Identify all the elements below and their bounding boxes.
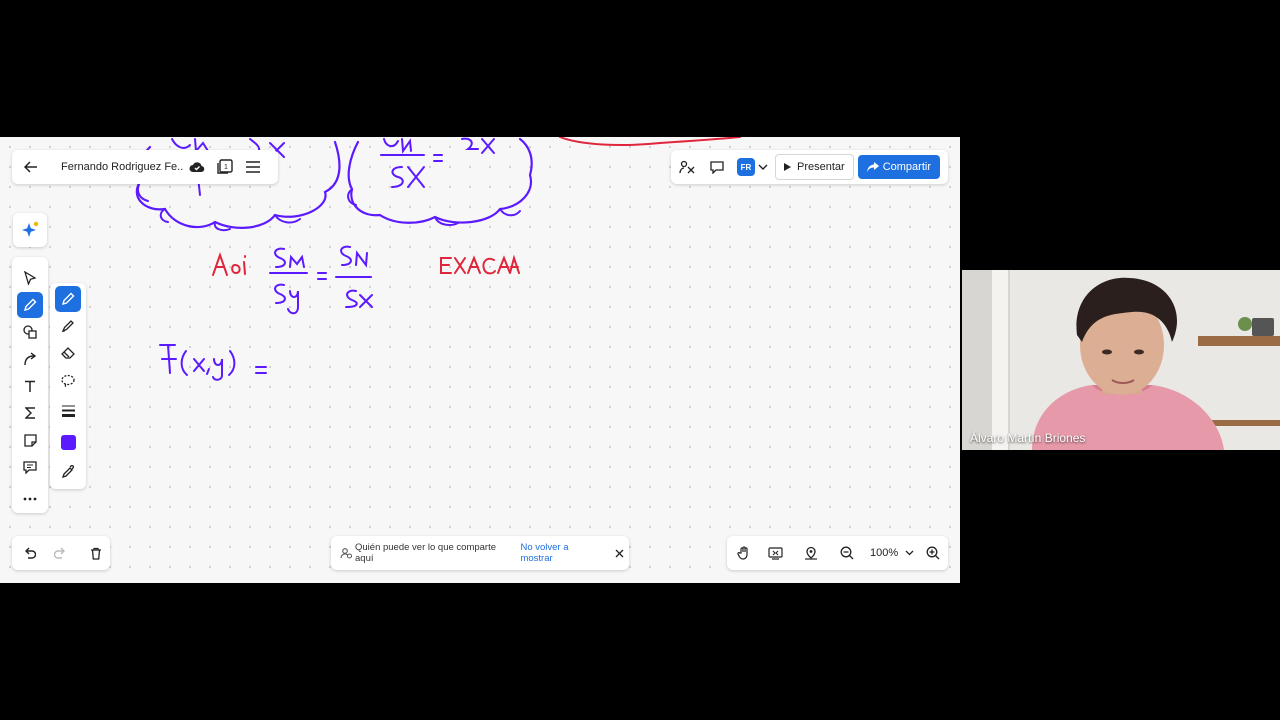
cloud-sync-icon[interactable] <box>183 153 211 181</box>
notice-text: Quién puede ver lo que comparte aquí <box>355 542 497 564</box>
map-pin-icon[interactable] <box>798 540 824 566</box>
chevron-down-icon[interactable] <box>755 157 771 177</box>
zoom-controls: 100% <box>727 536 948 570</box>
tools-sidebar <box>12 257 48 513</box>
handwriting-layer <box>134 137 741 381</box>
equals-top-right <box>433 154 443 162</box>
zoom-chevron-down-icon[interactable] <box>902 550 916 556</box>
connector-icon[interactable] <box>17 346 43 372</box>
pen-option-icon[interactable] <box>55 286 81 312</box>
pen-icon[interactable] <box>17 292 43 318</box>
delete-icon[interactable] <box>83 540 109 566</box>
eyedropper-icon[interactable] <box>55 458 81 484</box>
back-arrow-icon[interactable] <box>14 150 48 184</box>
comment-icon[interactable] <box>703 153 731 181</box>
zoom-level[interactable]: 100% <box>870 547 900 559</box>
fraction-dy-mid <box>274 283 299 315</box>
fit-to-screen-icon[interactable] <box>762 540 788 566</box>
comment-tool-icon[interactable] <box>17 454 43 480</box>
zoom-out-icon[interactable] <box>834 540 860 566</box>
pen-options-panel <box>50 283 86 489</box>
present-label: Presentar <box>797 161 845 173</box>
dont-show-again-link[interactable]: No volver a mostrar <box>520 542 601 564</box>
present-button[interactable]: Presentar <box>775 154 854 180</box>
share-button[interactable]: Compartir <box>857 155 940 179</box>
fraction-dx-mid <box>345 289 373 308</box>
active-color-swatch <box>60 434 76 450</box>
fraction-dn-top <box>383 138 412 154</box>
text-exacta <box>440 254 520 275</box>
lasso-icon[interactable] <box>55 367 81 393</box>
people-reactions-icon[interactable] <box>673 153 701 181</box>
color-swatch[interactable] <box>55 429 81 455</box>
stroke-width-icon[interactable] <box>55 398 81 424</box>
history-controls <box>12 536 110 570</box>
sharing-notice: Quién puede ver lo que comparte aquí No … <box>331 536 629 570</box>
sparkle-icon <box>22 221 39 237</box>
play-icon <box>784 163 791 171</box>
close-icon[interactable] <box>609 543 629 563</box>
ai-assistant-button[interactable] <box>13 213 47 247</box>
fraction-dm-mid <box>274 247 305 268</box>
webcam-feed <box>962 270 1280 450</box>
equals-mid <box>317 272 327 280</box>
red-top-scribble <box>559 137 741 146</box>
zoom-in-icon[interactable] <box>920 540 946 566</box>
text-icon[interactable] <box>17 373 43 399</box>
marker-icon[interactable] <box>55 313 81 339</box>
cloud-scallop-right <box>347 188 521 226</box>
share-arrow-icon <box>866 162 879 172</box>
undo-icon[interactable] <box>17 540 43 566</box>
document-header: Fernando Rodriguez Fe... 1 <box>12 150 278 184</box>
participant-video-tile[interactable]: Álvaro Martín Briones <box>962 270 1280 450</box>
sigma-icon[interactable] <box>17 400 43 426</box>
text-function-line <box>159 344 267 381</box>
share-label: Compartir <box>882 161 931 173</box>
fraction-dx-denominator <box>391 166 425 188</box>
collaboration-toolbar: FR Presentar Compartir <box>671 150 948 184</box>
text-2x-right <box>461 137 495 154</box>
redo-icon[interactable] <box>47 540 73 566</box>
document-title[interactable]: Fernando Rodriguez Fe... <box>61 161 183 173</box>
people-icon <box>340 547 352 559</box>
eraser-icon[interactable] <box>55 340 81 366</box>
fraction-dn-mid <box>340 245 368 268</box>
svg-text:1: 1 <box>224 164 228 171</box>
more-icon[interactable] <box>17 486 43 512</box>
whiteboard-canvas[interactable]: Fernando Rodriguez Fe... 1 FR Presentar … <box>0 137 960 583</box>
text-asi <box>212 251 246 276</box>
pages-icon[interactable]: 1 <box>211 153 239 181</box>
cloud-outline-right <box>347 137 533 224</box>
hand-pan-icon[interactable] <box>731 540 757 566</box>
user-avatar[interactable]: FR <box>737 158 755 176</box>
participant-name: Álvaro Martín Briones <box>970 431 1086 445</box>
shapes-icon[interactable] <box>17 319 43 345</box>
select-icon[interactable] <box>17 265 43 291</box>
sticky-note-icon[interactable] <box>17 427 43 453</box>
menu-icon[interactable] <box>239 153 267 181</box>
